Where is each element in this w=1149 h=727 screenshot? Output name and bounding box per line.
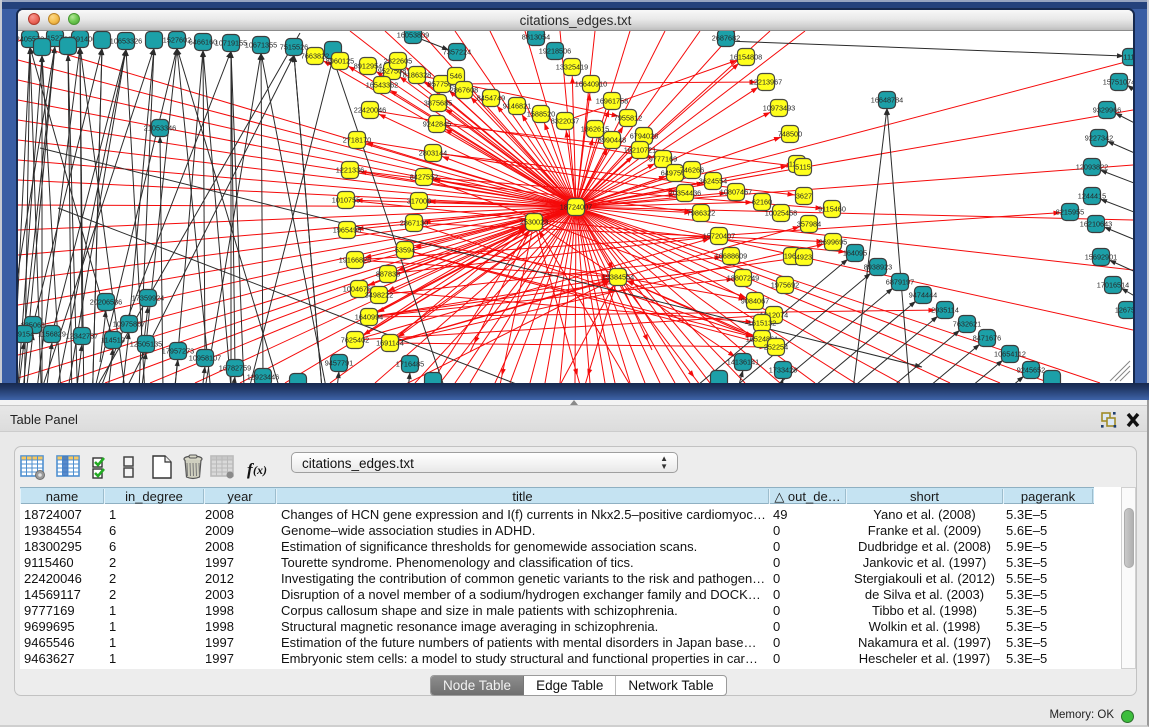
svg-text:(x): (x) bbox=[253, 463, 267, 477]
